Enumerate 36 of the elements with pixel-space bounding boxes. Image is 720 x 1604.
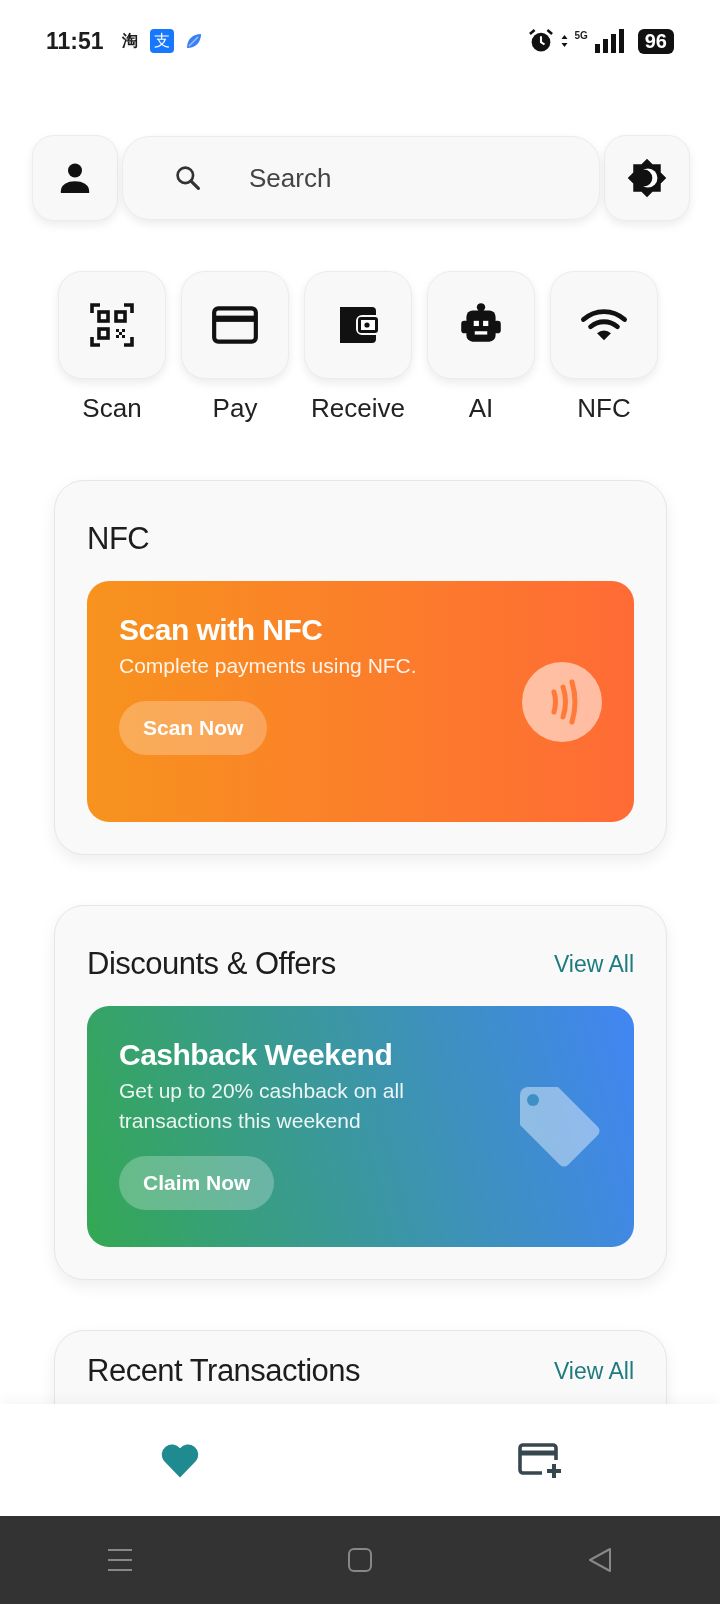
- action-button[interactable]: [58, 271, 166, 379]
- banner-title: Scan with NFC: [119, 613, 323, 647]
- action-label: Pay: [212, 393, 258, 424]
- back-icon[interactable]: [588, 1547, 612, 1573]
- action-button[interactable]: [181, 271, 289, 379]
- network-type: 5G: [574, 31, 588, 41]
- battery-level: 96: [637, 28, 674, 54]
- app-icon: 淘: [121, 30, 138, 52]
- app-icon: 支: [149, 29, 174, 53]
- action-label: Scan: [82, 393, 142, 424]
- profile-button[interactable]: [32, 135, 118, 221]
- clock-time: 11:51: [46, 27, 104, 55]
- banner-title: Cashback Weekend: [119, 1038, 393, 1072]
- section-title: Recent Transactions: [87, 1353, 361, 1389]
- contactless-icon: [522, 661, 602, 742]
- action-label: Receive: [311, 393, 405, 424]
- action-button[interactable]: [550, 271, 658, 379]
- banner-text: Get up to 20% cashback on all transactions this weekend: [119, 1078, 405, 1134]
- section-title: Discounts & Offers: [87, 946, 336, 982]
- section-title: NFC: [87, 521, 150, 557]
- theme-toggle-button[interactable]: [604, 135, 690, 221]
- action-label: NFC: [577, 393, 631, 424]
- home-icon[interactable]: [348, 1548, 372, 1572]
- action-button[interactable]: [304, 271, 412, 379]
- tag-icon: [518, 1084, 602, 1169]
- banner-text: Complete payments using NFC.: [119, 653, 417, 679]
- menu-icon[interactable]: [107, 1548, 133, 1572]
- view-all-link[interactable]: View All: [553, 1357, 634, 1385]
- view-all-link[interactable]: View All: [553, 950, 634, 978]
- action-button[interactable]: [427, 271, 535, 379]
- data-arrows-icon: [561, 34, 569, 48]
- brightness-icon: [625, 156, 669, 200]
- search-field[interactable]: Search: [122, 136, 600, 220]
- action-label: AI: [468, 393, 494, 424]
- signal-icon: [593, 29, 624, 53]
- qr-code-icon: [88, 301, 136, 349]
